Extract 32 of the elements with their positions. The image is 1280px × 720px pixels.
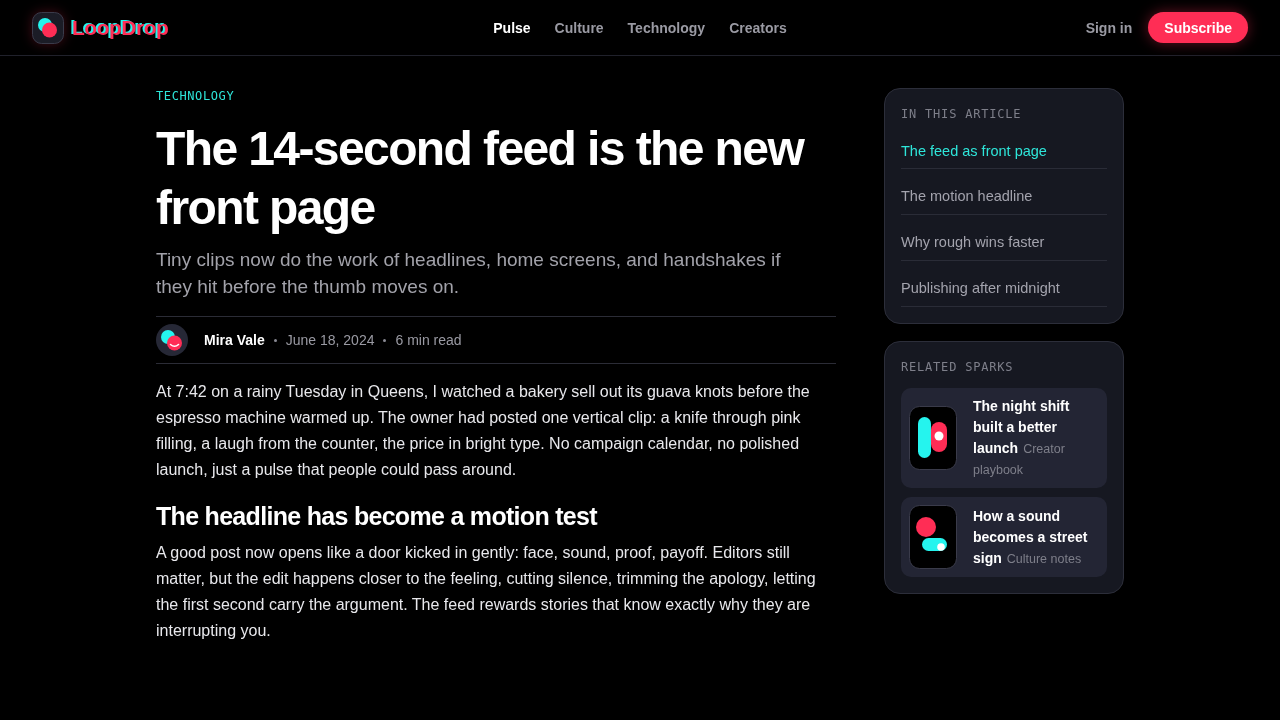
article-title: The 14-second feed is the new front page <box>156 121 805 236</box>
toc-link[interactable]: The feed as front page <box>901 123 1107 169</box>
publish-date: June 18, 2024 <box>285 332 375 348</box>
nav-link[interactable]: Creators <box>729 17 787 38</box>
related-heading: RELATED SPARKS <box>901 359 1015 376</box>
body-paragraph: At 7:42 on a rainy Tuesday in Queens, I watched a bakery sell out its guava knots before the espresso machine warmed up. The owner had posted one vertical clip: a knife through pink filling, a laugh from the counter, the price in bright type. No campaign calendar, no polished launch, just a pulse that people could pass around. <box>156 382 811 480</box>
related-story-text: How a sound becomes a street sign Culture notes <box>973 506 1089 568</box>
brand-wordmark[interactable]: LoopDrop <box>72 14 169 41</box>
toc-link[interactable]: Why rough wins faster <box>901 215 1107 261</box>
category-label: TECHNOLOGY <box>156 88 236 104</box>
toc-heading: IN THIS ARTICLE <box>901 106 1023 123</box>
related-story-text: The night shift built a better launch Creator playbook <box>973 397 1071 479</box>
avatar-icon <box>156 324 188 356</box>
related-story-card[interactable]: The night shift built a better launch Creator playbook <box>901 388 1107 488</box>
separator-dot-icon <box>273 338 277 342</box>
author-name[interactable]: Mira Vale <box>204 332 265 348</box>
nav-link[interactable]: Technology <box>627 17 706 38</box>
thumbnail-icon <box>909 406 957 470</box>
section-heading: The headline has become a motion test <box>156 501 599 532</box>
separator-dot-icon <box>383 338 387 342</box>
nav-link[interactable]: Pulse <box>493 17 531 38</box>
read-time: 6 min read <box>395 332 462 348</box>
sign-in-link[interactable]: Sign in <box>1085 17 1133 38</box>
toc-link[interactable]: The motion headline <box>901 169 1107 215</box>
nav-link[interactable]: Culture <box>554 17 604 38</box>
logo-icon[interactable] <box>32 11 64 44</box>
subscribe-button[interactable]: Subscribe <box>1148 12 1248 43</box>
body-paragraph: A good post now opens like a door kicked in gently: face, sound, proof, payoff. Editors still matter, but the edit happens closer to the feeling, cutting silence, trimming the apology, letting the first second carry the argument. The feed rewards stories that know exactly why they are interrupting you. <box>156 543 817 641</box>
thumbnail-icon <box>909 505 957 569</box>
article-subtitle: Tiny clips now do the work of headlines, home screens, and handshakes if they hit before the thumb moves on. <box>156 248 782 299</box>
toc-link[interactable]: Publishing after midnight <box>901 261 1107 307</box>
related-story-card[interactable]: How a sound becomes a street sign Culture notes <box>901 497 1107 577</box>
